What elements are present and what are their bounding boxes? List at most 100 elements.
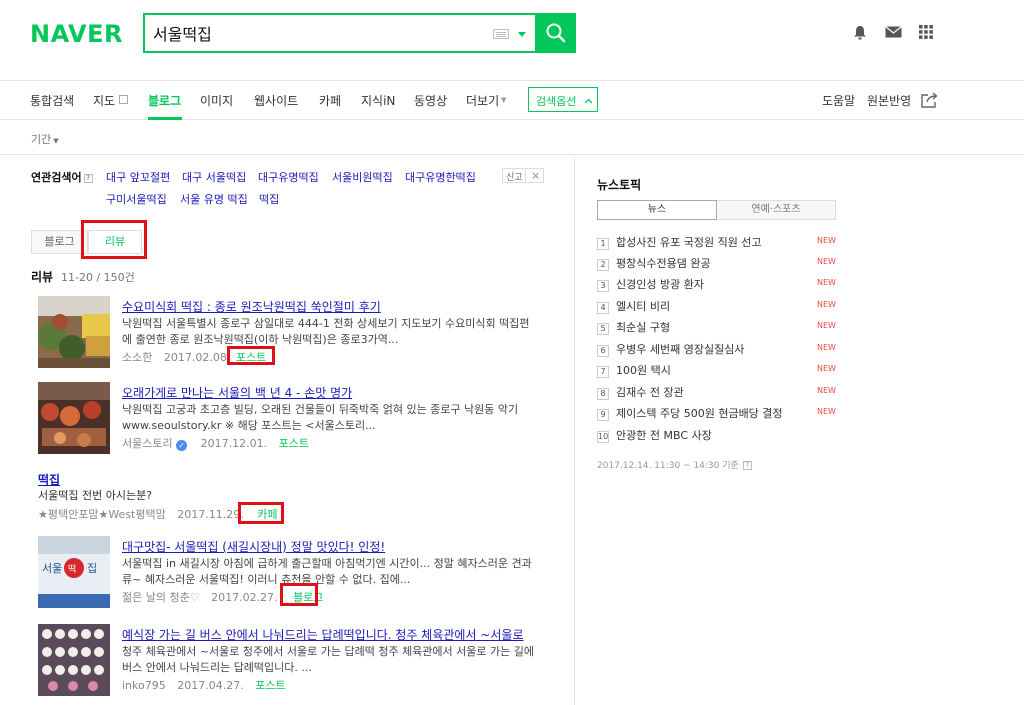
result-desc-line: www.seoulstory.kr ※ 해당 포스트는 <서울스토리... (122, 419, 376, 432)
result-meta: 서울스토리 ✓ 2017.12.01. 포스트 (122, 435, 309, 451)
help-link[interactable]: 도움말 (822, 92, 855, 109)
related-link[interactable]: 대구 앞꼬절편 (106, 169, 170, 185)
result-author[interactable]: 서울스토리 (122, 437, 173, 450)
related-link[interactable]: 서울비원떡집 (332, 169, 393, 185)
chevron-down-icon[interactable] (518, 32, 526, 37)
result-title[interactable]: 떡집 (38, 471, 60, 488)
share-icon[interactable] (921, 92, 939, 108)
news-item[interactable]: 7 100원 택시 NEW (597, 362, 847, 378)
tab-more[interactable]: 더보기 (466, 92, 499, 109)
help-icon[interactable]: ? (83, 174, 93, 183)
result-title[interactable]: 수요미식회 떡집 : 종로 원조낙원떡집 쑥인절미 후기 (122, 298, 381, 315)
results-count: 11-20 / 150건 (61, 271, 135, 284)
news-tab-news[interactable]: 뉴스 (597, 200, 717, 220)
result-desc-line: 류~ 혜자스러운 서울떡집! 이러니 츄천을 안할 수 없다. 집에... (122, 573, 411, 586)
tab-map[interactable]: 지도 (93, 92, 115, 109)
tab-kin[interactable]: 지식iN (361, 92, 395, 109)
result-author[interactable]: 소소한 (122, 351, 152, 364)
result-source[interactable]: 포스트 (255, 679, 285, 692)
shop-sign-photo: 서울 집 떡 (38, 536, 110, 608)
news-tab-entertainment[interactable]: 연예·스포츠 (717, 200, 836, 220)
highlight-box (238, 502, 284, 524)
news-item[interactable]: 1 합성사진 유포 국정원 직원 선고 NEW (597, 234, 847, 250)
result-date: 2017.04.27. (177, 679, 244, 692)
search-icon (546, 23, 566, 43)
tab-cafe[interactable]: 카페 (319, 92, 341, 109)
news-item[interactable]: 4 엘시티 비리 NEW (597, 298, 847, 314)
news-item[interactable]: 6 우병우 세번째 영장실질심사 NEW (597, 341, 847, 357)
tab-video[interactable]: 동영상 (414, 92, 447, 109)
report-button[interactable]: 신고 (506, 170, 523, 183)
result-item: 예식장 가는 길 버스 안에서 나눠드리는 답례떡입니다. 청주 체육관에서 ~… (0, 622, 575, 702)
tab-image[interactable]: 이미지 (200, 92, 233, 109)
result-desc-line: 낙원떡집 고궁과 초고층 빌딩, 오래된 건물들이 뒤죽박죽 얽혀 있는 종로구… (122, 403, 519, 416)
news-text: 100원 택시 (616, 364, 671, 377)
related-label-text: 연관검색어 (31, 171, 82, 184)
mail-icon[interactable] (885, 26, 902, 38)
related-link[interactable]: 서울 유명 떡집 (180, 191, 248, 207)
search-tabs: 통합검색 지도 블로그 이미지 웹사이트 카페 지식iN 동영상 더보기 ▼ 검… (0, 80, 1024, 120)
news-item[interactable]: 10 안광한 전 MBC 사장 (597, 427, 847, 443)
result-author[interactable]: ★평택안포맘★West평택맘 (38, 508, 166, 521)
result-title[interactable]: 오래가게로 만나는 서울의 백 년 4 - 손맛 명가 (122, 384, 352, 401)
news-item[interactable]: 9 제이스텍 주당 500원 현금배당 결정 NEW (597, 405, 847, 421)
search-options-button[interactable]: 검색옵션 (528, 87, 598, 112)
tab-all[interactable]: 통합검색 (30, 92, 74, 109)
close-icon[interactable]: × (531, 169, 540, 182)
result-date: 2017.12.01. (200, 437, 268, 450)
result-item: 수요미식회 떡집 : 종로 원조낙원떡집 쑥인절미 후기 낙원떡집 서울특별시 … (0, 294, 575, 374)
news-topic-panel: 뉴스토픽 뉴스 연예·스포츠 1 합성사진 유포 국정원 직원 선고 NEW 2 평창… (576, 156, 1024, 705)
map-window-icon (119, 95, 128, 104)
news-rank: 9 (597, 409, 609, 421)
news-item[interactable]: 3 신경인성 방광 환자 NEW (597, 276, 847, 292)
result-item: 떡집 서울떡집 전번 아시는분? ★평택안포맘★West평택맘 2017.11.… (0, 466, 575, 528)
result-author[interactable]: 젊은 날의 청춘♡ (122, 591, 200, 604)
news-rank: 3 (597, 280, 609, 292)
news-rank: 1 (597, 238, 609, 250)
tab-blog[interactable]: 블로그 (148, 92, 181, 109)
news-rank: 5 (597, 323, 609, 335)
result-title[interactable]: 예식장 가는 길 버스 안에서 나눠드리는 답례떡입니다. 청주 체육관에서 ~… (122, 626, 523, 643)
result-thumbnail[interactable]: 서울 집 떡 (38, 536, 110, 608)
apps-grid-icon[interactable] (919, 25, 933, 39)
result-desc-line: 청주 체육관에서 ~서울로 청주에서 서울로 가는 답례떡 청주 체육관에서 서… (122, 645, 534, 658)
help-icon[interactable]: ? (742, 461, 752, 470)
news-item[interactable]: 5 최순실 구형 NEW (597, 319, 847, 335)
thumb-sign-text-3: 떡 (68, 564, 76, 575)
related-link[interactable]: 대구유명한떡집 (405, 169, 476, 185)
rice-cake-photo (38, 296, 110, 368)
result-source[interactable]: 포스트 (279, 437, 309, 450)
news-item[interactable]: 8 김재수 전 장관 NEW (597, 384, 847, 400)
related-link[interactable]: 대구유명떡집 (258, 169, 319, 185)
news-item[interactable]: 2 평창식수전용댐 완공 NEW (597, 255, 847, 271)
result-thumbnail[interactable] (38, 624, 110, 696)
news-topic-title: 뉴스토픽 (597, 178, 642, 192)
segment-blog[interactable]: 블로그 (31, 230, 88, 254)
new-badge: NEW (817, 257, 836, 266)
thumb-sign-text-1: 서울 (42, 562, 62, 575)
naver-logo[interactable]: NAVER (30, 20, 123, 48)
bell-icon[interactable] (853, 25, 867, 40)
original-reflect-link[interactable]: 원본반영 (867, 92, 911, 109)
news-text: 안광한 전 MBC 사장 (616, 429, 712, 442)
thumb-sign-text-2: 집 (87, 562, 97, 575)
chevron-up-icon (584, 98, 593, 104)
result-author[interactable]: inko795 (122, 679, 166, 692)
result-thumbnail[interactable] (38, 382, 110, 454)
related-link[interactable]: 떡집 (259, 191, 279, 207)
result-title[interactable]: 대구맛집- 서울떡집 (새길시장내) 정말 맛있다! 인정! (122, 538, 385, 555)
news-rank: 7 (597, 366, 609, 378)
news-rank: 8 (597, 388, 609, 400)
search-input[interactable] (153, 23, 473, 43)
news-text: 제이스텍 주당 500원 현금배당 결정 (616, 407, 783, 420)
news-rank: 10 (597, 431, 609, 443)
result-thumbnail[interactable] (38, 296, 110, 368)
tab-website[interactable]: 웹사이트 (254, 92, 298, 109)
related-link[interactable]: 대구 서울떡집 (182, 169, 246, 185)
search-button[interactable] (537, 13, 576, 53)
period-filter[interactable]: 기간 ▼ (31, 131, 59, 147)
news-text: 우병우 세번째 영장실질심사 (616, 343, 745, 356)
new-badge: NEW (817, 407, 836, 416)
keyboard-icon[interactable] (493, 29, 509, 39)
related-link[interactable]: 구미서울떡집 (106, 191, 167, 207)
